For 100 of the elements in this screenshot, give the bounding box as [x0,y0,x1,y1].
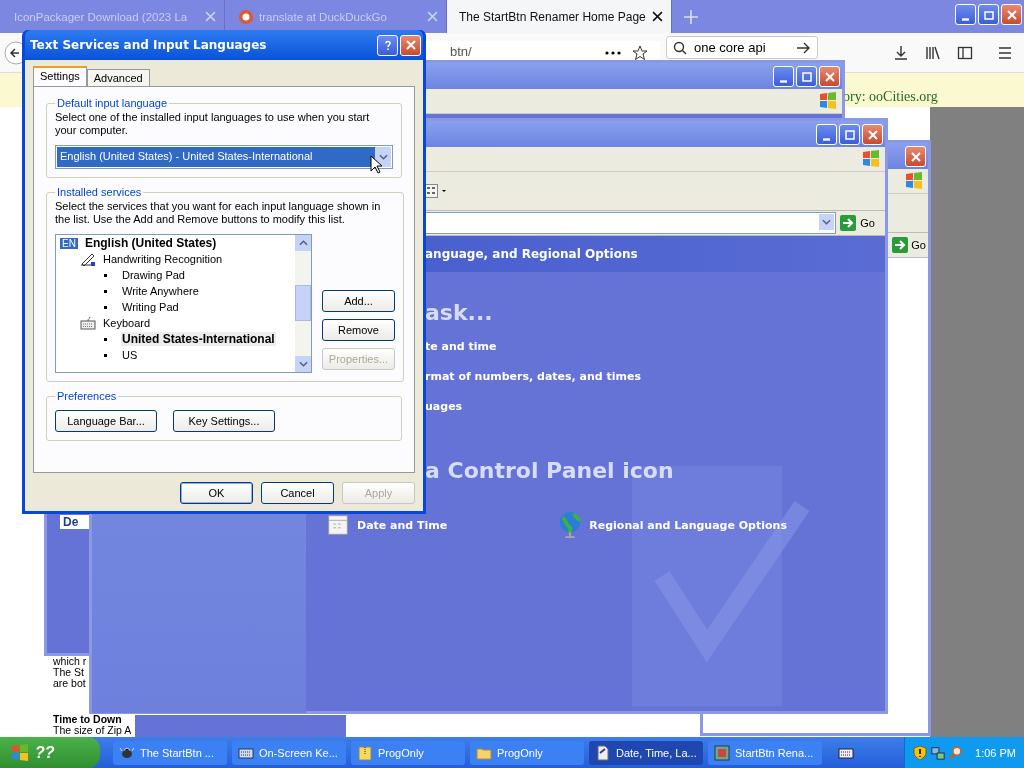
sidebar-icon[interactable] [957,45,973,61]
minimize-button[interactable] [816,124,837,145]
go-button[interactable]: Go [836,213,881,233]
language-dropdown[interactable]: English (United States) - United States-International [55,145,393,169]
library-icon[interactable] [925,45,941,61]
close-button[interactable] [1001,4,1022,25]
page-text: The size of Zip A [53,725,132,736]
dialog-tab[interactable]: Advanced [86,69,150,86]
help-button[interactable] [377,34,398,56]
search-icon [673,40,687,55]
header-title: anguage, and Regional Options [425,247,638,261]
bullet-icon [104,353,107,357]
group-label: Preferences [56,390,118,402]
dropdown-button[interactable] [819,214,835,230]
page-text: are bot [53,678,86,689]
caret-icon [822,219,832,225]
group-description: Select one of the installed input languages to use when you start your computer. [55,111,371,137]
control-panel-item[interactable]: Date and Time [325,510,448,540]
task-link[interactable]: uages [425,400,463,430]
scroll-up-button[interactable] [295,235,311,251]
taskbar-item[interactable]: ProgOnly [470,740,584,765]
taskbar-item[interactable]: The StartBtn ... [113,740,227,765]
browser-tab[interactable]: The StartBtn Renamer Home Page [447,0,672,33]
bullet-icon [104,289,107,293]
duck-icon [239,9,253,24]
task-link[interactable]: te and time [425,340,497,370]
windows-logo-icon [904,171,924,191]
page-heading: Time to Down [53,714,122,725]
close-icon [824,71,835,82]
task-link[interactable]: rmat of numbers, dates, and times [425,370,642,400]
close-button[interactable] [862,124,883,145]
taskbar-item[interactable]: StartBtn Rena... [708,740,822,765]
go-button[interactable]: Go [890,235,928,255]
tree-item[interactable]: Drawing Pad [121,269,186,281]
tree-item[interactable]: English (United States) [83,236,218,250]
download-icon[interactable] [893,45,909,61]
tree-item[interactable]: United States-International [121,332,276,346]
close-button[interactable] [819,66,840,87]
network-icon[interactable] [931,744,946,761]
dialog-tab[interactable]: Settings [33,66,87,86]
search-text: one core api [694,40,766,55]
close-button[interactable] [905,146,926,167]
search-field[interactable]: one core api [666,36,818,59]
close-icon [405,40,416,50]
language-badge: EN [60,237,78,249]
close-icon [1006,9,1017,20]
bullet-icon [104,305,107,309]
pen-icon [80,252,96,266]
shield-icon[interactable] [913,744,928,761]
restore-button[interactable] [978,4,999,25]
keyboard-icon [80,316,96,330]
page-text: The St [53,667,84,678]
minimize-button[interactable] [773,66,794,87]
arrow-icon [840,215,857,231]
service-button[interactable]: Add... [322,290,395,312]
minimize-icon [780,79,787,83]
windows-logo-icon [861,149,881,169]
document-icon [595,744,611,761]
clock: 1:06 PM [975,746,1016,759]
close-icon [910,151,921,162]
tree-item[interactable]: US [121,349,139,361]
tree-item[interactable]: Handwriting Recognition [102,253,224,265]
close-icon [867,129,878,140]
taskbar-item[interactable]: Date, Time, La... [589,740,703,765]
maximize-button[interactable] [796,66,817,87]
maximize-icon [844,129,855,140]
preference-button[interactable]: Language Bar... [55,410,157,432]
panel-label: De [60,515,90,529]
maximize-button[interactable] [839,124,860,145]
keyboard-icon[interactable] [838,746,854,759]
star-icon[interactable] [632,45,648,61]
arrow-icon[interactable] [797,41,811,54]
dialog-button[interactable]: Cancel [261,482,334,504]
close-button[interactable] [400,34,421,56]
scroll-thumb[interactable] [295,285,311,321]
windows-logo-icon [818,91,838,111]
minimize-icon [962,17,969,21]
more-icon[interactable] [605,51,621,55]
arrow-icon [892,237,909,253]
tree-item[interactable]: Write Anywhere [121,285,200,297]
control-panel-item[interactable]: Regional and Language Options [557,510,787,540]
service-button[interactable]: Remove [322,319,395,341]
tree-item[interactable]: Keyboard [102,317,152,329]
section-heading: ask... [425,300,493,327]
close-icon[interactable] [652,11,663,22]
taskbar-item[interactable]: ProgOnly [351,740,465,765]
taskbar-item[interactable]: On-Screen Ke... [232,740,346,765]
menu-icon[interactable] [997,45,1013,61]
scroll-down-button[interactable] [295,356,311,372]
minimize-button[interactable] [955,4,976,25]
dialog-button[interactable]: OK [180,482,253,504]
group-label: Installed services [56,186,143,198]
caret-icon [298,240,308,246]
tree-item[interactable]: Writing Pad [121,301,180,313]
magnifier-icon[interactable] [949,744,964,761]
zip-folder-icon [357,744,373,761]
dialog-title: Text Services and Input Languages [30,38,268,52]
scrollbar[interactable] [295,235,311,372]
caret-icon [298,361,308,367]
preference-button[interactable]: Key Settings... [173,410,275,432]
